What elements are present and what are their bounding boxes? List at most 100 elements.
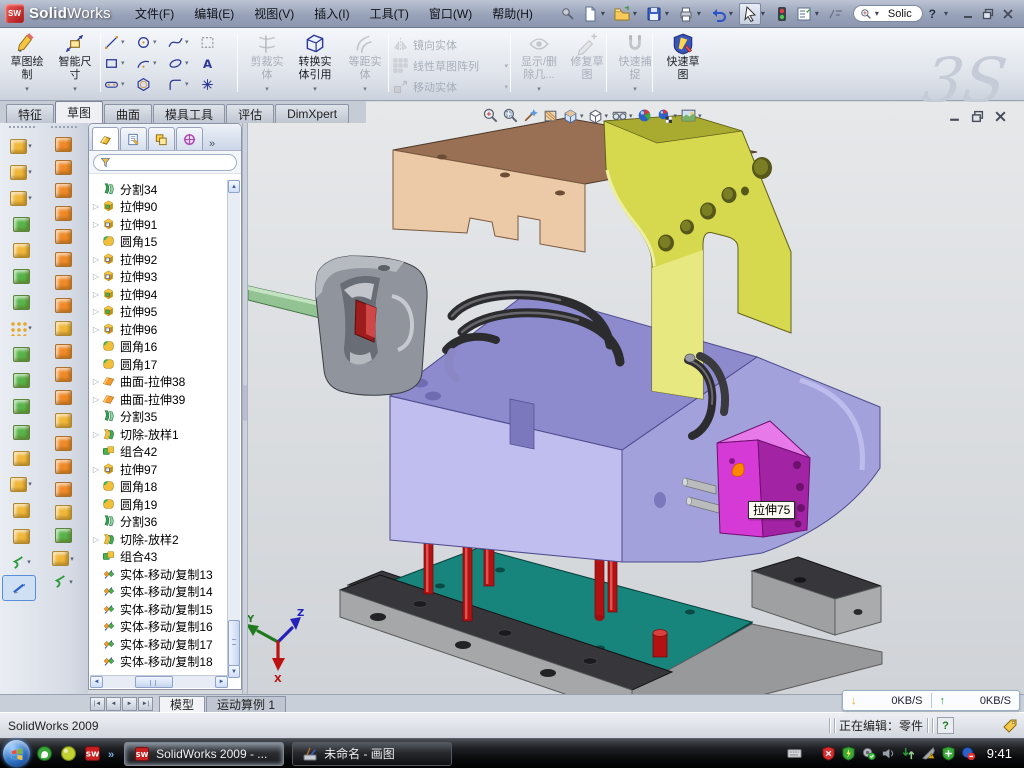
expand-arrow-icon[interactable]: ▷ [91, 307, 101, 316]
mold-tool-3[interactable] [44, 179, 82, 202]
feature-tool-12[interactable] [2, 419, 40, 445]
tree-item[interactable]: 分割35 [91, 408, 228, 426]
chevron-down-icon[interactable]: ▾ [121, 38, 125, 46]
expand-arrow-icon[interactable]: ▷ [91, 272, 101, 281]
chevron-down-icon[interactable]: ▾ [629, 112, 633, 120]
ribbon-repair-button[interactable]: 修复草图 [564, 31, 610, 82]
model-tab-运动算例 1[interactable]: 运动算例 1 [206, 696, 286, 712]
nav-prev-button[interactable]: ◄ [106, 697, 121, 711]
main-restore-button[interactable] [982, 8, 994, 20]
feature-tool-4[interactable] [2, 211, 40, 237]
mold-tool-5[interactable] [44, 225, 82, 248]
chevron-down-icon[interactable]: ▾ [121, 80, 125, 88]
chevron-down-icon[interactable]: ▾ [28, 324, 32, 332]
mold-tool-13[interactable] [44, 409, 82, 432]
expand-arrow-icon[interactable]: ▷ [91, 465, 101, 474]
tree-item[interactable]: 圆角18 [91, 478, 228, 496]
menu-2[interactable]: 编辑(E) [184, 1, 244, 26]
menu-4[interactable]: 插入(I) [304, 1, 359, 26]
doc-close-button[interactable] [994, 110, 1007, 123]
feature-tool-13[interactable] [2, 445, 40, 471]
red-cylinder[interactable] [653, 630, 667, 658]
chevron-down-icon[interactable]: ▾ [697, 9, 704, 18]
scroll-left-icon[interactable]: ◄ [90, 676, 103, 688]
ribbon-dispdel-button[interactable]: 显示/删除几...▾ [516, 31, 562, 96]
search-input[interactable]: ▾Solic [853, 5, 923, 22]
menu-7[interactable]: 帮助(H) [482, 1, 543, 26]
doc-minimize-button[interactable] [948, 110, 961, 123]
tree-item[interactable]: 实体-移动/复制17 [91, 635, 228, 653]
mold-tool-11[interactable] [44, 363, 82, 386]
feature-tool-1[interactable]: ▾ [2, 133, 40, 159]
tree-item[interactable]: ▷切除-放样1 [91, 425, 228, 443]
tab-特征[interactable]: 特征 [6, 104, 54, 123]
panel-tab-propertymanager[interactable] [120, 127, 147, 150]
feature-tool-16[interactable] [2, 523, 40, 549]
feature-tool-10[interactable] [2, 367, 40, 393]
mold-tool-10[interactable] [44, 340, 82, 363]
tree-item[interactable]: 组合42 [91, 443, 228, 461]
panel-splitter[interactable] [242, 123, 248, 694]
tree-item[interactable]: 圆角19 [91, 495, 228, 513]
mold-tool-6[interactable] [44, 248, 82, 271]
ribbon-trim-button[interactable]: 剪裁实体▾ [244, 31, 290, 96]
chevron-down-icon[interactable]: ▾ [121, 59, 125, 67]
cursor-button[interactable] [739, 3, 761, 25]
ribbon-mirror-button[interactable]: 镜向实体 [392, 34, 508, 55]
quicklaunch-msgr[interactable] [36, 745, 53, 762]
ribbon-lpattern-button[interactable]: 线性草图阵列▾ [392, 55, 508, 76]
mold-tool-15[interactable] [44, 455, 82, 478]
tray-kbd[interactable] [787, 746, 802, 761]
tray-gearbadge[interactable] [861, 746, 876, 761]
chevron-down-icon[interactable]: ▾ [69, 578, 73, 586]
tree-item[interactable]: 分割34 [91, 180, 228, 198]
print-button[interactable] [675, 3, 697, 25]
menu-6[interactable]: 窗口(W) [419, 1, 482, 26]
toolbar-drag-handle[interactable] [9, 126, 35, 131]
orient-button[interactable]: ▾ [562, 107, 584, 124]
tree-item[interactable]: ▷曲面-拉伸38 [91, 373, 228, 391]
tree-item[interactable]: 实体-移动/复制18 [91, 653, 228, 671]
entity-point-button[interactable] [200, 75, 230, 93]
quicklaunch-chevron[interactable]: » [108, 747, 114, 761]
expand-arrow-icon[interactable]: ▷ [91, 290, 101, 299]
chevron-down-icon[interactable]: ▾ [580, 112, 584, 120]
tree-horizontal-scrollbar[interactable]: ◄ ► [90, 675, 228, 688]
fit-button[interactable] [482, 107, 499, 124]
tree-filter-input[interactable] [93, 154, 237, 171]
chevron-down-icon[interactable]: ▾ [601, 9, 608, 18]
pin-button[interactable] [557, 3, 579, 25]
menu-3[interactable]: 视图(V) [244, 1, 304, 26]
feature-tool-5[interactable] [2, 237, 40, 263]
open-button[interactable] [611, 3, 633, 25]
tree-item[interactable]: 圆角16 [91, 338, 228, 356]
ribbon-dim-button[interactable]: 智能尺寸▾ [52, 31, 98, 96]
chevron-down-icon[interactable]: ▾ [698, 112, 702, 120]
chevron-down-icon[interactable]: ▾ [28, 168, 32, 176]
tree-item[interactable]: 实体-移动/复制16 [91, 618, 228, 636]
tree-item[interactable]: ▷拉伸90 [91, 198, 228, 216]
feature-tool-8[interactable]: ▾ [2, 315, 40, 341]
quicklaunch-ballq[interactable] [60, 745, 77, 762]
ribbon-sketch-button[interactable]: 草图绘制▾ [4, 31, 50, 96]
scroll-thumb[interactable] [228, 620, 240, 666]
chevron-down-icon[interactable]: ▾ [185, 38, 189, 46]
expand-arrow-icon[interactable]: ▷ [91, 255, 101, 264]
entity-spline-button[interactable]: ▾ [168, 33, 198, 51]
main-close-button[interactable] [1002, 8, 1014, 20]
save-button[interactable] [643, 3, 665, 25]
chevron-down-icon[interactable]: ▾ [28, 194, 32, 202]
entity-ellipse-button[interactable]: ▾ [168, 54, 198, 72]
tree-item[interactable]: ▷拉伸95 [91, 303, 228, 321]
chevron-down-icon[interactable]: ▾ [28, 142, 32, 150]
mold-tool-18[interactable] [44, 524, 82, 547]
tree-item[interactable]: ▷切除-放样2 [91, 530, 228, 548]
tree-item[interactable]: ▷曲面-拉伸39 [91, 390, 228, 408]
tree-vertical-scrollbar[interactable]: ▲ ▼ [227, 180, 240, 678]
model-tab-模型[interactable]: 模型 [159, 696, 205, 712]
panel-tab-dimxpertmanager[interactable] [176, 127, 203, 150]
entity-slot-button[interactable]: ▾ [104, 75, 134, 93]
main-minimize-button[interactable] [962, 8, 974, 20]
feature-tool-15[interactable] [2, 497, 40, 523]
tree-item[interactable]: 实体-移动/复制15 [91, 600, 228, 618]
